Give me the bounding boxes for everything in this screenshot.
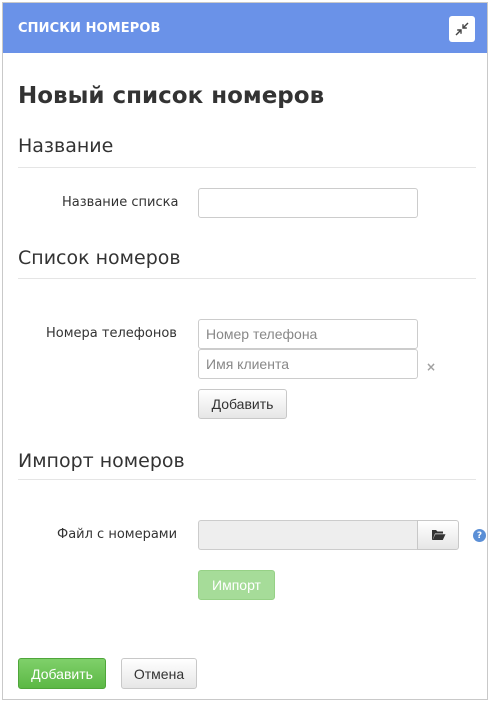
import-button[interactable]: Импорт — [198, 570, 275, 600]
collapse-button[interactable] — [449, 16, 475, 42]
add-number-button[interactable]: Добавить — [198, 389, 287, 419]
panel-header: СПИСКИ НОМЕРОВ — [3, 3, 487, 53]
phone-number-input[interactable] — [198, 319, 418, 349]
collapse-arrows-icon — [455, 22, 469, 36]
folder-open-icon — [431, 530, 445, 540]
remove-row-button[interactable]: × — [426, 360, 436, 374]
submit-add-button[interactable]: Добавить — [18, 658, 106, 689]
cancel-button[interactable]: Отмена — [121, 658, 197, 689]
section-title-numbers: Список номеров — [18, 247, 181, 269]
list-name-label: Название списка — [62, 195, 179, 210]
page-title: Новый список номеров — [18, 83, 325, 109]
section-title-name: Название — [18, 135, 114, 157]
list-name-input[interactable] — [198, 188, 418, 218]
panel-header-title: СПИСКИ НОМЕРОВ — [18, 21, 161, 36]
browse-file-button[interactable] — [417, 520, 459, 550]
section-title-import: Импорт номеров — [18, 450, 185, 472]
file-label: Файл с номерами — [57, 527, 178, 542]
question-circle-icon[interactable]: ? — [473, 529, 486, 542]
phone-numbers-label: Номера телефонов — [46, 326, 177, 341]
divider — [18, 278, 476, 279]
client-name-input[interactable] — [198, 349, 418, 379]
divider — [18, 167, 476, 168]
file-path-field[interactable] — [198, 520, 418, 550]
divider — [18, 479, 476, 480]
numbers-list-panel: СПИСКИ НОМЕРОВ Новый список номеров Назв… — [2, 2, 488, 700]
